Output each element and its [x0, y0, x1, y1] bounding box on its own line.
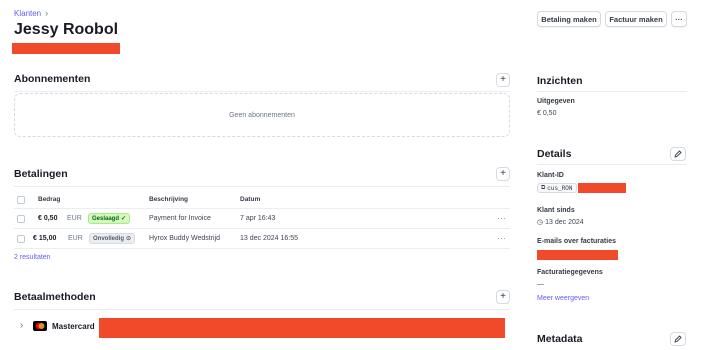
customer-since-row: ◷ 13 dec 2024: [537, 218, 584, 227]
add-subscription-button[interactable]: +: [496, 73, 510, 87]
create-payment-button[interactable]: Betaling maken: [537, 11, 601, 27]
mastercard-icon: [33, 321, 47, 331]
row-more-icon[interactable]: ···: [497, 234, 507, 243]
payment-description: Hyrox Buddy Wedstrijd: [149, 235, 221, 242]
customer-id-label: Klant-ID: [537, 172, 564, 179]
divider: [537, 164, 687, 165]
redacted-email: [12, 43, 120, 54]
clock-icon: ◷: [537, 219, 544, 226]
status-badge: Geslaagd ✓: [88, 213, 131, 224]
empty-state-text: Geen abonnementen: [229, 111, 295, 119]
select-all-checkbox[interactable]: [17, 196, 25, 204]
divider: [14, 186, 510, 187]
column-header-description[interactable]: Beschrijving: [149, 196, 188, 203]
payment-description: Payment for Invoice: [149, 215, 211, 222]
pencil-icon: [674, 150, 682, 158]
results-count-link[interactable]: 2 resultaten: [14, 254, 51, 261]
checkmark-icon: ✓: [121, 216, 127, 222]
invoice-emails-label: E-mails over facturaties: [537, 238, 616, 245]
redacted-invoice-email: [537, 250, 618, 260]
redacted-customer-id: [578, 183, 626, 193]
subscriptions-empty-state: Geen abonnementen: [14, 93, 510, 137]
row-checkbox[interactable]: [17, 235, 25, 243]
divider: [14, 91, 510, 92]
customer-since-label: Klant sinds: [537, 207, 575, 214]
breadcrumb-link-klanten[interactable]: Klanten: [14, 9, 41, 18]
status-badge-label: Onvolledig: [93, 235, 125, 242]
divider: [14, 228, 510, 229]
spent-value: € 0,50: [537, 110, 557, 117]
payment-amount: € 15,00: [33, 235, 57, 242]
more-actions-button[interactable]: ···: [671, 11, 687, 27]
edit-details-button[interactable]: [670, 147, 686, 161]
customer-since-value: 13 dec 2024: [545, 218, 584, 226]
details-title: Details: [537, 148, 572, 160]
divider: [14, 309, 510, 310]
plus-icon: +: [500, 168, 506, 179]
payment-methods-title: Betaalmethoden: [14, 291, 96, 303]
create-invoice-button[interactable]: Factuur maken: [605, 11, 667, 27]
insights-title: Inzichten: [537, 75, 583, 87]
status-badge-label: Geslaagd: [92, 215, 120, 222]
status-badge: Onvolledig ⊙: [89, 233, 136, 244]
redacted-card-details: [99, 318, 505, 338]
show-more-link[interactable]: Meer weergeven: [537, 295, 589, 302]
payment-date: 7 apr 16:43: [240, 215, 276, 222]
divider: [14, 248, 510, 249]
info-icon: ⊙: [126, 236, 132, 242]
row-more-icon[interactable]: ···: [497, 214, 507, 223]
metadata-title: Metadata: [537, 333, 583, 345]
breadcrumb: Klanten ›: [14, 8, 48, 18]
billing-details-value: —: [537, 281, 544, 288]
column-header-date[interactable]: Datum: [240, 196, 260, 203]
customer-id-chip[interactable]: ⧉ cus_RON: [537, 183, 577, 193]
customer-id-value: cus_RON: [547, 184, 573, 192]
add-payment-button[interactable]: +: [496, 167, 510, 181]
breadcrumb-separator-icon: ›: [45, 8, 49, 18]
plus-icon: +: [500, 74, 506, 85]
row-checkbox[interactable]: [17, 215, 25, 223]
payment-date: 13 dec 2024 16:55: [240, 235, 298, 242]
subscriptions-title: Abonnementen: [14, 73, 91, 85]
pencil-icon: [674, 335, 682, 343]
edit-metadata-button[interactable]: [670, 332, 686, 346]
page-title: Jessy Roobol: [14, 21, 119, 38]
payment-amount: € 0,50: [38, 215, 58, 222]
spent-label: Uitgegeven: [537, 98, 575, 105]
payments-title: Betalingen: [14, 168, 68, 180]
chevron-right-icon[interactable]: ›: [20, 320, 23, 331]
plus-icon: +: [500, 291, 506, 302]
payment-currency: EUR: [68, 235, 83, 242]
divider: [537, 91, 687, 92]
card-brand: Mastercard: [52, 322, 95, 331]
copy-icon: ⧉: [541, 184, 546, 191]
column-header-amount[interactable]: Bedrag: [38, 196, 60, 203]
divider: [14, 208, 510, 209]
billing-details-label: Facturatiegegevens: [537, 269, 603, 276]
add-payment-method-button[interactable]: +: [496, 290, 510, 304]
payment-currency: EUR: [67, 215, 82, 222]
